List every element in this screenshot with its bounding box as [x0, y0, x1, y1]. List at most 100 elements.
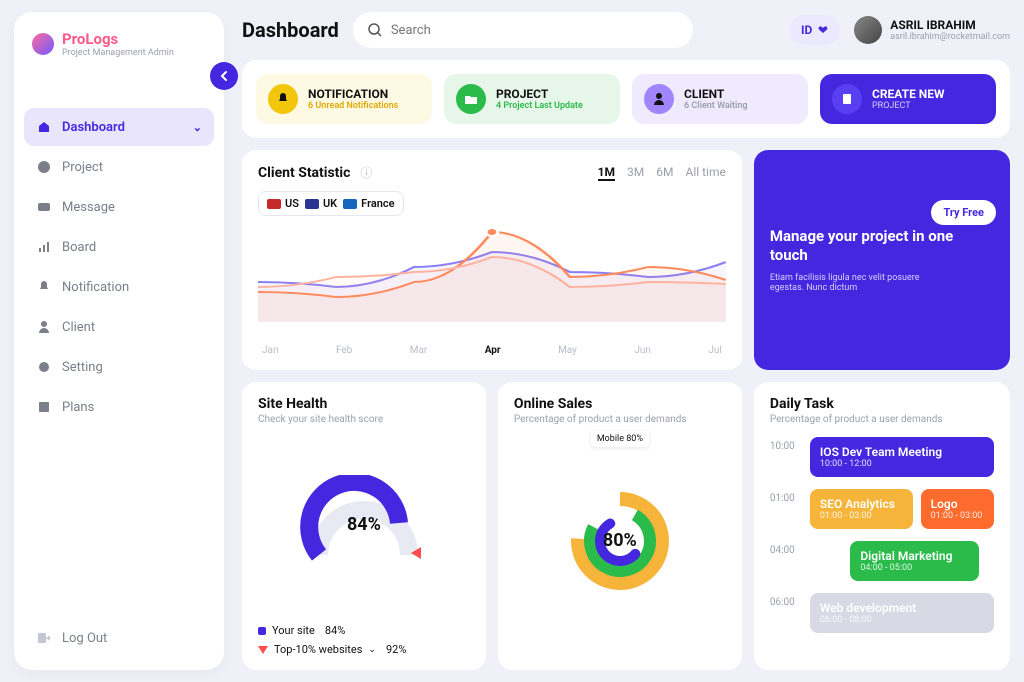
home-icon: [36, 119, 52, 135]
card-subtitle: 6 Unread Notifications: [308, 101, 398, 111]
daily-task-panel: Daily Task Percentage of product a user …: [754, 382, 1010, 670]
brand-tagline: Project Management Admin: [62, 48, 174, 58]
sidebar-item-notification[interactable]: Notification: [24, 268, 214, 306]
client-statistic-panel: Client Statistic ⓘ 1M 3M 6M All time US UK Fr…: [242, 150, 742, 370]
x-tick: Jun: [634, 345, 651, 356]
banner-desc: Etiam facilisis ligula nec velit posuere…: [770, 273, 950, 293]
nav-label: Client: [62, 320, 95, 335]
nav-label: Message: [62, 200, 115, 215]
sidebar-item-dashboard[interactable]: Dashboard ⌄: [24, 108, 214, 146]
task-row: 10:00IOS Dev Team Meeting10:00 - 12:00: [770, 437, 994, 477]
chevron-down-icon: ⌄: [193, 121, 202, 134]
country-uk[interactable]: UK: [305, 197, 337, 210]
gauge-chart: 84%: [258, 425, 470, 624]
summary-card-create-new[interactable]: CREATE NEWPROJECT: [820, 74, 996, 124]
range-1m[interactable]: 1M: [598, 165, 615, 181]
task-timeline: 10:00IOS Dev Team Meeting10:00 - 12:00 01…: [770, 437, 994, 633]
square-icon: [258, 627, 266, 635]
panel-subtitle: Percentage of product a user demands: [770, 414, 994, 425]
topbar: Dashboard ID ASRIL IBRAHIM asril.ibrahim…: [242, 12, 1010, 48]
language-selector[interactable]: ID: [789, 15, 840, 45]
panel-title: Online Sales: [514, 396, 726, 412]
book-icon: [36, 399, 52, 415]
nav-label: Dashboard: [62, 120, 125, 135]
task-block[interactable]: SEO Analytics01:00 - 03:00: [810, 489, 913, 529]
task-block[interactable]: Logo01:00 - 03:00: [921, 489, 994, 529]
triangle-icon: [258, 646, 268, 654]
summary-card-project[interactable]: PROJECT4 Project Last Update: [444, 74, 620, 124]
brand: ProLogs Project Management Admin: [24, 30, 214, 68]
info-icon[interactable]: ⓘ: [360, 164, 372, 181]
nav-label: Notification: [62, 280, 129, 295]
card-title: CLIENT: [684, 87, 748, 101]
legend-item: Top-10% websites⌄92%: [258, 643, 470, 656]
panel-title: Client Statistic: [258, 165, 350, 181]
flag-icon: [267, 199, 281, 209]
donut-tooltip: Mobile 80%: [591, 431, 649, 447]
donut-value: 80%: [603, 530, 637, 551]
time-label: 06:00: [770, 593, 800, 608]
chevron-down-icon: ⌄: [368, 645, 376, 655]
mail-icon: [36, 199, 52, 215]
x-tick: May: [558, 345, 577, 356]
nav-label: Setting: [62, 360, 103, 375]
x-tick: Mar: [410, 345, 428, 356]
panel-title: Site Health: [258, 396, 470, 412]
sidebar-item-plans[interactable]: Plans: [24, 388, 214, 426]
legend: Your site84% Top-10% websites⌄92%: [258, 624, 470, 656]
task-block[interactable]: Digital Marketing04:00 - 05:00: [850, 541, 979, 581]
range-6m[interactable]: 6M: [656, 165, 673, 181]
country-filter: US UK France: [258, 191, 404, 216]
panel-title: Daily Task: [770, 396, 994, 412]
summary-cards: NOTIFICATION6 Unread NotificationsPROJEC…: [242, 60, 1010, 138]
sidebar-item-client[interactable]: Client: [24, 308, 214, 346]
time-label: 01:00: [770, 489, 800, 504]
sidebar-item-board[interactable]: Board: [24, 228, 214, 266]
nav-label: Project: [62, 160, 103, 175]
summary-card-notification[interactable]: NOTIFICATION6 Unread Notifications: [256, 74, 432, 124]
task-block[interactable]: IOS Dev Team Meeting10:00 - 12:00: [810, 437, 994, 477]
task-row: 04:00Digital Marketing04:00 - 05:00: [770, 541, 994, 581]
task-block[interactable]: Web development06:00 - 08:00: [810, 593, 994, 633]
sidebar-item-setting[interactable]: Setting: [24, 348, 214, 386]
range-all-time[interactable]: All time: [685, 165, 725, 181]
sidebar-item-project[interactable]: Project: [24, 148, 214, 186]
collapse-sidebar-button[interactable]: [210, 62, 238, 90]
logout-button[interactable]: Log Out: [24, 620, 214, 656]
search-input[interactable]: [391, 23, 679, 38]
search-box[interactable]: [353, 12, 693, 48]
panel-subtitle: Percentage of product a user demands: [514, 414, 726, 425]
sidebar-item-message[interactable]: Message: [24, 188, 214, 226]
chart-icon: [36, 159, 52, 175]
panel-subtitle: Check your site health score: [258, 414, 470, 425]
chart-x-axis: JanFebMarAprMayJunJul: [258, 345, 726, 356]
x-tick: Feb: [336, 345, 352, 356]
try-free-button[interactable]: Try Free: [931, 200, 996, 225]
x-tick: Jan: [262, 345, 278, 356]
donut-chart: Mobile 80% 80%: [514, 425, 726, 656]
bell-icon: [268, 84, 298, 114]
x-tick: Apr: [485, 345, 501, 356]
page-title: Dashboard: [242, 18, 339, 42]
banner-title: Manage your project in one touch: [770, 227, 994, 265]
nav-label: Board: [62, 240, 96, 255]
site-health-panel: Site Health Check your site health score…: [242, 382, 486, 670]
task-row: 06:00 Web development06:00 - 08:00: [770, 593, 994, 633]
sidebar: ProLogs Project Management Admin Dashboa…: [14, 12, 224, 670]
legend-item: Your site84%: [258, 624, 470, 637]
time-range-tabs: 1M 3M 6M All time: [598, 165, 726, 181]
card-subtitle: PROJECT: [872, 101, 945, 111]
user-menu[interactable]: ASRIL IBRAHIM asril.ibrahim@rocketmail.c…: [854, 16, 1010, 44]
nav-label: Plans: [62, 400, 94, 415]
country-france[interactable]: France: [343, 197, 394, 210]
card-subtitle: 6 Client Waiting: [684, 101, 748, 111]
summary-card-client[interactable]: CLIENT6 Client Waiting: [632, 74, 808, 124]
gear-icon: [36, 359, 52, 375]
range-3m[interactable]: 3M: [627, 165, 644, 181]
avatar: [854, 16, 882, 44]
card-title: PROJECT: [496, 87, 583, 101]
country-us[interactable]: US: [267, 197, 299, 210]
nav: Dashboard ⌄ Project Message Board Notificatio…: [24, 108, 214, 426]
task-row: 01:00 SEO Analytics01:00 - 03:00Logo01:00…: [770, 489, 994, 529]
card-title: CREATE NEW: [872, 87, 945, 101]
